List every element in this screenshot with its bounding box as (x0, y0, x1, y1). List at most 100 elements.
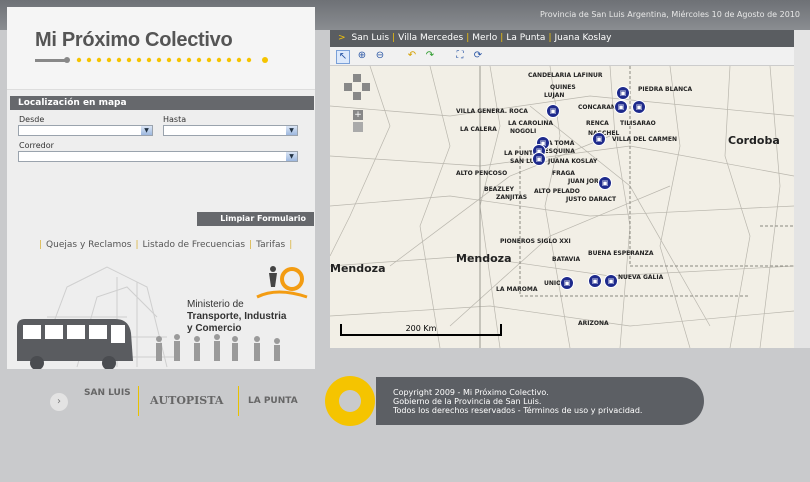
bus-stop-icon[interactable]: ▣ (560, 276, 574, 290)
corredor-label: Corredor (19, 141, 54, 150)
bus-stop-icon[interactable]: ▣ (604, 274, 618, 288)
tab-la-punta[interactable]: La Punta (506, 33, 545, 43)
clear-form-button[interactable]: Limpiar Formulario (197, 212, 314, 226)
tab-villa-mercedes[interactable]: Villa Mercedes (398, 33, 463, 43)
logo-area: Mi Próximo Colectivo (7, 7, 315, 90)
ministerio-line3: y Comercio (187, 323, 242, 334)
chevron-down-icon[interactable]: ▼ (286, 126, 297, 135)
chevron-right-icon: > (338, 33, 346, 43)
tab-merlo[interactable]: Merlo (472, 33, 497, 43)
tab-juana-koslay[interactable]: Juana Koslay (555, 33, 612, 43)
zoom-slider[interactable] (353, 122, 363, 132)
map-label: BUENA ESPERANZA (588, 250, 654, 257)
map-toolbar: ↖ ⊕ ⊖ ↶ ↷ ⛶ ⟳ (330, 47, 794, 66)
bus-stop-icon[interactable]: ▣ (532, 152, 546, 166)
pan-right-icon[interactable] (362, 83, 370, 91)
pan-up-icon[interactable] (353, 74, 361, 82)
map-label: NOGOLI (510, 128, 537, 135)
ministerio-label: Ministerio de Transporte, Industria y Co… (187, 299, 286, 335)
logo-title: Mi Próximo Colectivo (35, 29, 233, 51)
map-panel: > San Luis | Villa Mercedes | Merlo | La Punta |… (330, 30, 794, 348)
map-label: JUSTO DARACT (566, 196, 617, 203)
divider (238, 386, 239, 416)
logo-san-luis: SAN LUIS (84, 388, 131, 398)
bus-stop-icon[interactable]: ▣ (614, 100, 628, 114)
chevron-down-icon[interactable]: ▼ (286, 152, 297, 161)
map-label: RENCA (586, 120, 609, 127)
hasta-select[interactable]: ▼ (163, 125, 298, 136)
chevron-down-icon[interactable]: ▼ (141, 126, 152, 135)
map-label: ALTO PENCOSO (456, 170, 508, 177)
zoom-out-icon[interactable]: ⊖ (374, 50, 386, 62)
left-panel: Mi Próximo Colectivo Localización en map… (7, 7, 315, 369)
map-label: JUANA KOSLAY (548, 158, 598, 165)
frecuencias-link[interactable]: Listado de Frecuencias (142, 240, 245, 250)
map-tabs: > San Luis | Villa Mercedes | Merlo | La Punta |… (330, 30, 794, 47)
pointer-icon[interactable]: ↖ (336, 50, 350, 64)
desde-label: Desde (19, 115, 45, 124)
corredor-select[interactable]: ▼ (18, 151, 298, 162)
footer: › SAN LUIS AUTOPISTA LA PUNTA Copyright … (0, 372, 810, 432)
zoom-in-icon[interactable]: ⊕ (356, 50, 368, 62)
logo-autopista: AUTOPISTA (150, 394, 224, 407)
tab-san-luis[interactable]: San Luis (352, 33, 390, 43)
bus-stop-icon[interactable]: ▣ (592, 132, 606, 146)
map-label: LA CALERA (460, 126, 497, 133)
map-roads (330, 66, 794, 348)
bus-stop-icon[interactable]: ▣ (616, 86, 630, 100)
desde-select[interactable]: ▼ (18, 125, 153, 136)
bus-stop-icon[interactable]: ▣ (588, 274, 602, 288)
map-label: FRAGA (552, 170, 575, 177)
bus-stop-icon[interactable]: ▣ (546, 104, 560, 118)
map-label: ARIZONA (578, 320, 609, 327)
quejas-link[interactable]: Quejas y Reclamos (46, 240, 131, 250)
pan-left-icon[interactable] (344, 83, 352, 91)
localizacion-header: Localización en mapa (10, 96, 314, 110)
ministerio-line1: Ministerio de (187, 299, 244, 310)
scale-label: 200 Km (405, 324, 437, 333)
links-bar: | Quejas y Reclamos | Listado de Frecuencia… (39, 240, 293, 250)
copyright-line2: Gobierno de la Provincia de San Luis. (393, 397, 542, 406)
bus-stop-icon[interactable]: ▣ (632, 100, 646, 114)
map-label: LUJAN (544, 92, 565, 99)
brand-ring-icon (325, 376, 375, 426)
scrollbar[interactable] (794, 30, 810, 348)
map-label: ZANJITAS (496, 194, 528, 201)
bus-stop-icon[interactable]: ▣ (598, 176, 612, 190)
map-label: BATAVIA (552, 256, 581, 263)
full-extent-icon[interactable]: ⛶ (454, 50, 466, 62)
map-label: CANDELARIA LAFINUR (528, 72, 603, 79)
header-date: Provincia de San Luis Argentina, Miércol… (539, 10, 800, 19)
map-label: ALTO PELADO (534, 188, 580, 195)
map-label: LA MAROMA (496, 286, 538, 293)
map-label: BEAZLEY (484, 186, 514, 193)
map-label-province: Mendoza (330, 262, 386, 275)
divider (138, 386, 139, 416)
map-label: PIONEROS SIGLO XXI (500, 238, 571, 245)
map-label-province: Mendoza (456, 252, 512, 265)
scale-bar: 200 Km (340, 324, 502, 336)
map-label: CONCARAN (578, 104, 616, 111)
map-label-province: Cordoba (728, 134, 780, 147)
refresh-icon[interactable]: ⟳ (472, 50, 484, 62)
map-label: TILISARAO (620, 120, 656, 127)
copyright-box: Copyright 2009 - Mi Próximo Colectivo. G… (376, 377, 704, 425)
zoom-plus-icon[interactable]: + (353, 110, 363, 120)
map-label: LA CAROLINA (508, 120, 554, 127)
map-canvas[interactable]: + CANDELARIA LAFINUR QUINES LUJAN PIEDRA… (330, 66, 794, 348)
back-icon[interactable]: ↶ (406, 50, 418, 62)
map-label: VILLA GENERA. ROCA (456, 108, 528, 115)
logo-la-punta: LA PUNTA (248, 396, 298, 406)
map-label: PIEDRA BLANCA (638, 86, 693, 93)
forward-icon[interactable]: ↷ (424, 50, 436, 62)
map-label: NUEVA GALIA (618, 274, 664, 281)
map-label: QUINES (550, 84, 576, 91)
tarifas-link[interactable]: Tarifas (256, 240, 285, 250)
chevron-right-icon[interactable]: › (50, 393, 68, 411)
pan-down-icon[interactable] (353, 92, 361, 100)
copyright-line3[interactable]: Todos los derechos reservados - Términos… (393, 406, 704, 415)
copyright-line1: Copyright 2009 - Mi Próximo Colectivo. (393, 388, 549, 397)
ministerio-logo-icon (256, 266, 308, 299)
logo-dots (35, 57, 268, 63)
hasta-label: Hasta (163, 115, 187, 124)
